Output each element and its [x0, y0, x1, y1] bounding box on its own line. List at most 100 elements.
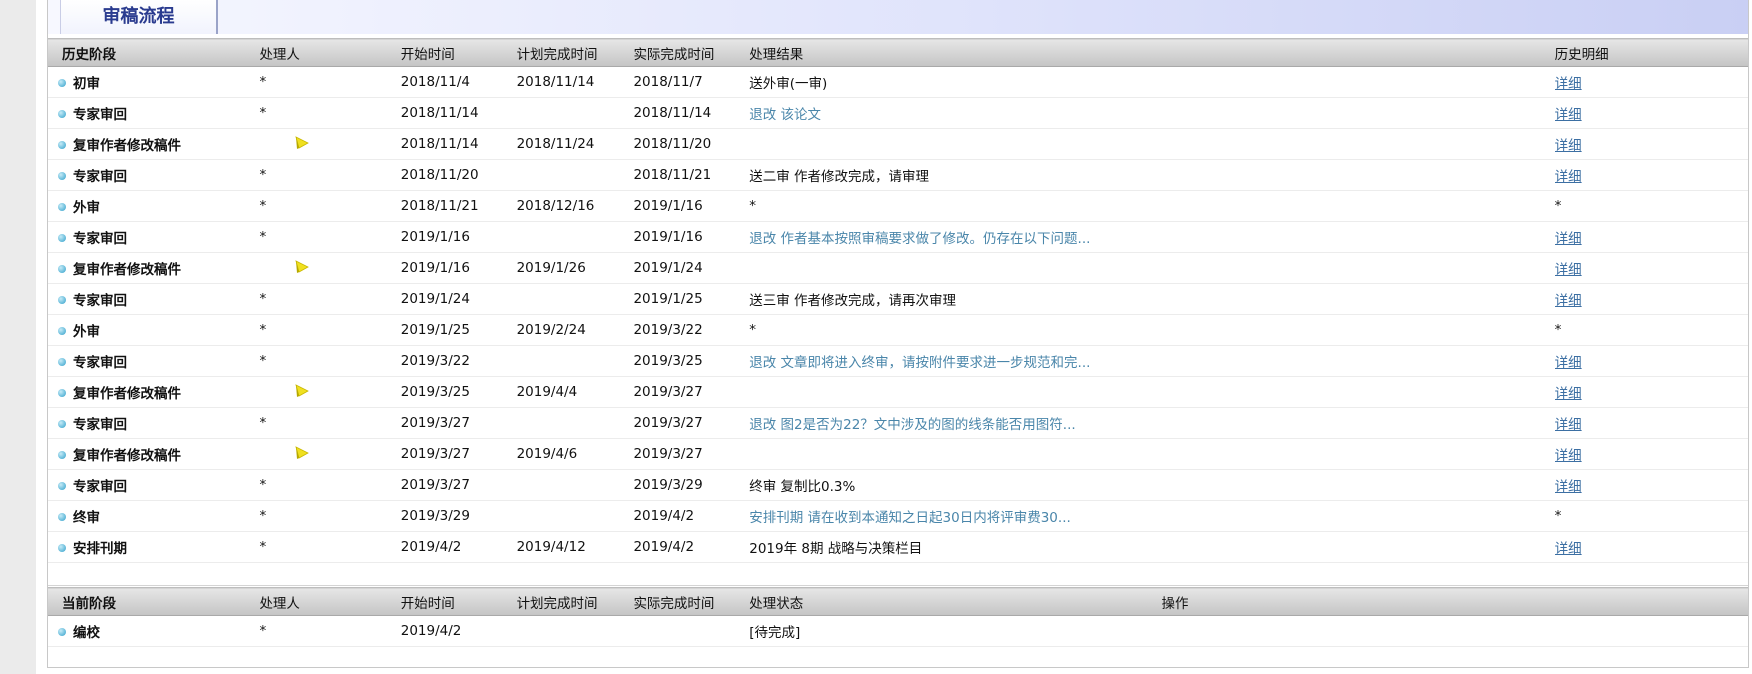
col-action: 操作 — [1161, 587, 1748, 616]
detail-cell: 详细 — [1554, 376, 1748, 408]
result-cell — [749, 252, 1555, 284]
detail-link[interactable]: 详细 — [1555, 355, 1582, 371]
stage-cell: 专家审回 — [48, 345, 260, 377]
detail-link[interactable]: 详细 — [1555, 386, 1582, 402]
detail-cell-text: * — [1554, 322, 1562, 338]
stage-cell: 复审作者修改稿件 — [48, 438, 260, 470]
start-time-cell: 2019/4/2 — [400, 531, 517, 563]
detail-link[interactable]: 详细 — [1555, 479, 1582, 495]
handler-cell-text: * — [259, 291, 267, 307]
table-row: 外审 * 2019/1/25 2019/2/24 2019/3/22 * * — [48, 314, 1748, 346]
result-link[interactable]: 退改 该论文 — [749, 107, 821, 123]
detail-link[interactable]: 详细 — [1555, 541, 1582, 557]
handler-cell-text: * — [259, 198, 267, 214]
planned-finish-cell — [516, 97, 634, 129]
bullet-dot-icon — [58, 389, 66, 397]
result-link[interactable]: 退改 文章即将进入终审，请按附件要求进一步规范和完... — [749, 355, 1090, 371]
detail-link[interactable]: 详细 — [1555, 262, 1582, 278]
detail-link[interactable]: 详细 — [1555, 107, 1582, 123]
col-actual-finish: 实际完成时间 — [633, 38, 750, 67]
detail-cell: 详细 — [1554, 159, 1748, 191]
start-time-cell: 2018/11/21 — [400, 190, 517, 222]
actual-finish-cell-text: 2019/4/2 — [633, 539, 695, 555]
actual-finish-cell: 2019/3/27 — [633, 438, 750, 470]
handler-cell — [259, 128, 401, 160]
start-time-cell: 2019/1/16 — [400, 252, 517, 284]
bullet-dot-icon — [58, 265, 66, 273]
actual-finish-cell: 2019/1/16 — [633, 190, 750, 222]
handler-cell-text: * — [259, 105, 267, 121]
bullet-dot-icon — [58, 513, 66, 521]
result-cell: * — [749, 314, 1555, 346]
stage-name: 终审 — [73, 510, 100, 526]
review-process-panel: 审稿流程 历史阶段 处理人 开始时间 计划完成时间 实际完成时间 处理结果 历史… — [47, 0, 1749, 668]
actual-finish-cell: 2018/11/20 — [633, 128, 750, 160]
stage-cell: 安排刊期 — [48, 531, 260, 563]
detail-link[interactable]: 详细 — [1555, 138, 1582, 154]
detail-link[interactable]: 详细 — [1555, 76, 1582, 92]
start-time-cell-text: 2019/3/27 — [400, 446, 470, 462]
history-body: 初审 * 2018/11/4 2018/11/14 2018/11/7 送外审(一审) 详细… — [48, 66, 1748, 563]
col-handler: 处理人 — [259, 38, 401, 67]
handler-cell: * — [259, 407, 401, 439]
tab-review-process[interactable]: 审稿流程 — [60, 0, 218, 34]
stage-cell: 复审作者修改稿件 — [48, 128, 260, 160]
col-start-time: 开始时间 — [400, 587, 517, 616]
start-time-cell-text: 2019/3/27 — [400, 477, 470, 493]
start-time-cell: 2019/3/27 — [400, 438, 517, 470]
actual-finish-cell-text: 2019/3/27 — [633, 446, 703, 462]
detail-link[interactable]: 详细 — [1555, 417, 1582, 433]
stage-cell: 初审 — [48, 66, 260, 98]
actual-finish-cell-text: 2018/11/7 — [633, 74, 703, 90]
stage-name: 复审作者修改稿件 — [73, 138, 181, 154]
stage-name: 专家审回 — [73, 355, 127, 371]
detail-cell: 详细 — [1554, 345, 1748, 377]
stage-cell: 专家审回 — [48, 159, 260, 191]
planned-finish-cell — [516, 500, 634, 532]
col-result: 处理结果 — [749, 38, 1555, 67]
detail-link[interactable]: 详细 — [1555, 231, 1582, 247]
actual-finish-cell — [633, 615, 750, 647]
handler-cell: * — [259, 97, 401, 129]
bullet-dot-icon — [58, 234, 66, 242]
planned-finish-cell: 2019/2/24 — [516, 314, 634, 346]
handler-cell: * — [259, 66, 401, 98]
status-cell: [待完成] — [749, 615, 1162, 647]
start-time-cell: 2019/3/27 — [400, 407, 517, 439]
detail-cell: 详细 — [1554, 97, 1748, 129]
handler-cell — [259, 376, 401, 408]
col-status: 处理状态 — [749, 587, 1162, 616]
start-time-cell: 2019/1/24 — [400, 283, 517, 315]
handler-cell: * — [259, 283, 401, 315]
result-link[interactable]: 退改 图2是否为22？文中涉及的图的线条能否用图符... — [749, 417, 1075, 433]
handler-cell: * — [259, 531, 401, 563]
stage-name: 外审 — [73, 324, 100, 340]
table-row: 编校 * 2019/4/2 [待完成] — [48, 615, 1748, 647]
stage-name: 复审作者修改稿件 — [73, 262, 181, 278]
start-time-cell: 2019/3/25 — [400, 376, 517, 408]
actual-finish-cell-text: 2019/1/16 — [633, 229, 703, 245]
bullet-dot-icon — [58, 110, 66, 118]
handler-cell: * — [259, 314, 401, 346]
result-cell-text: * — [749, 198, 756, 214]
result-link[interactable]: 退改 作者基本按照审稿要求做了修改。仍存在以下问题... — [749, 231, 1090, 247]
handler-cell: * — [259, 615, 401, 647]
handler-cell-text: * — [259, 623, 267, 639]
planned-finish-cell-text: 2019/2/24 — [516, 322, 586, 338]
start-time-cell: 2018/11/4 — [400, 66, 517, 98]
actual-finish-cell-text: 2018/11/21 — [633, 167, 712, 183]
bullet-dot-icon — [58, 141, 66, 149]
col-history-stage: 历史阶段 — [48, 38, 260, 67]
detail-link[interactable]: 详细 — [1555, 169, 1582, 185]
stage-name: 安排刊期 — [73, 541, 127, 557]
result-link[interactable]: 安排刊期 请在收到本通知之日起30日内将评审费30... — [749, 510, 1071, 526]
actual-finish-cell: 2019/3/27 — [633, 376, 750, 408]
detail-link[interactable]: 详细 — [1555, 448, 1582, 464]
bullet-dot-icon — [58, 327, 66, 335]
stage-cell: 终审 — [48, 500, 260, 532]
actual-finish-cell: 2019/3/29 — [633, 469, 750, 501]
detail-link[interactable]: 详细 — [1555, 293, 1582, 309]
stage-name: 外审 — [73, 200, 100, 216]
col-start-time: 开始时间 — [400, 38, 517, 67]
flag-icon — [295, 446, 310, 462]
